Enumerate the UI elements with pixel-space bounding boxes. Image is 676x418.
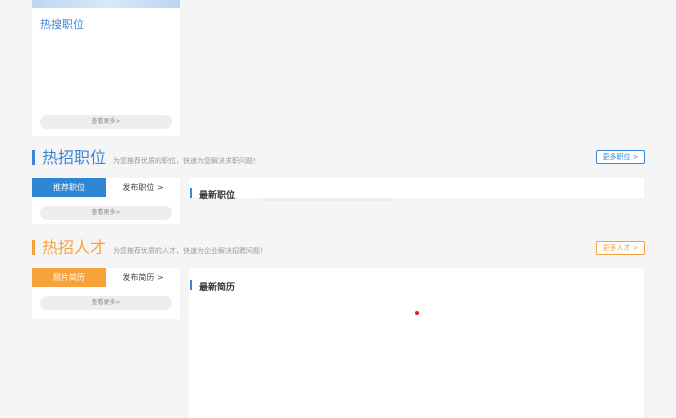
latest-resumes-panel [189,268,644,418]
more-jobs-button[interactable]: 更多职位 > [596,150,645,164]
panel-accent-bar [190,188,192,198]
tab-recommended-jobs[interactable]: 推荐职位 [32,178,106,197]
talent-section-subtitle: 为您推荐优质的人才，快速为企业解决招聘问题！ [113,247,267,255]
section-accent-bar [32,240,35,255]
talent-section-title: 热招人才 [42,238,107,257]
jobs-section-subtitle: 为您推荐优质的职位，快速为您解决求职问题！ [113,157,260,165]
tab-post-resume[interactable]: 发布简历 > [106,268,180,287]
latest-resumes-title: 最新简历 [199,283,236,293]
hot-search-title: 热搜职位 [40,18,84,31]
section-accent-bar [32,150,35,165]
panel-divider [262,198,392,201]
latest-jobs-panel [189,178,644,198]
loading-dot-icon [415,311,419,315]
tab-photo-resume[interactable]: 照片简历 [32,268,106,287]
latest-jobs-title: 最新职位 [199,191,236,201]
jobs-section-title: 热招职位 [42,148,107,167]
talent-view-more-button[interactable]: 查看更多> [40,296,172,310]
view-more-button[interactable]: 查看更多> [40,115,172,129]
panel-accent-bar [190,280,192,290]
jobs-view-more-button[interactable]: 查看更多> [40,206,172,220]
more-talent-button[interactable]: 更多人才 > [596,241,645,255]
tab-post-job[interactable]: 发布职位 > [106,178,180,197]
banner-image [32,0,180,8]
